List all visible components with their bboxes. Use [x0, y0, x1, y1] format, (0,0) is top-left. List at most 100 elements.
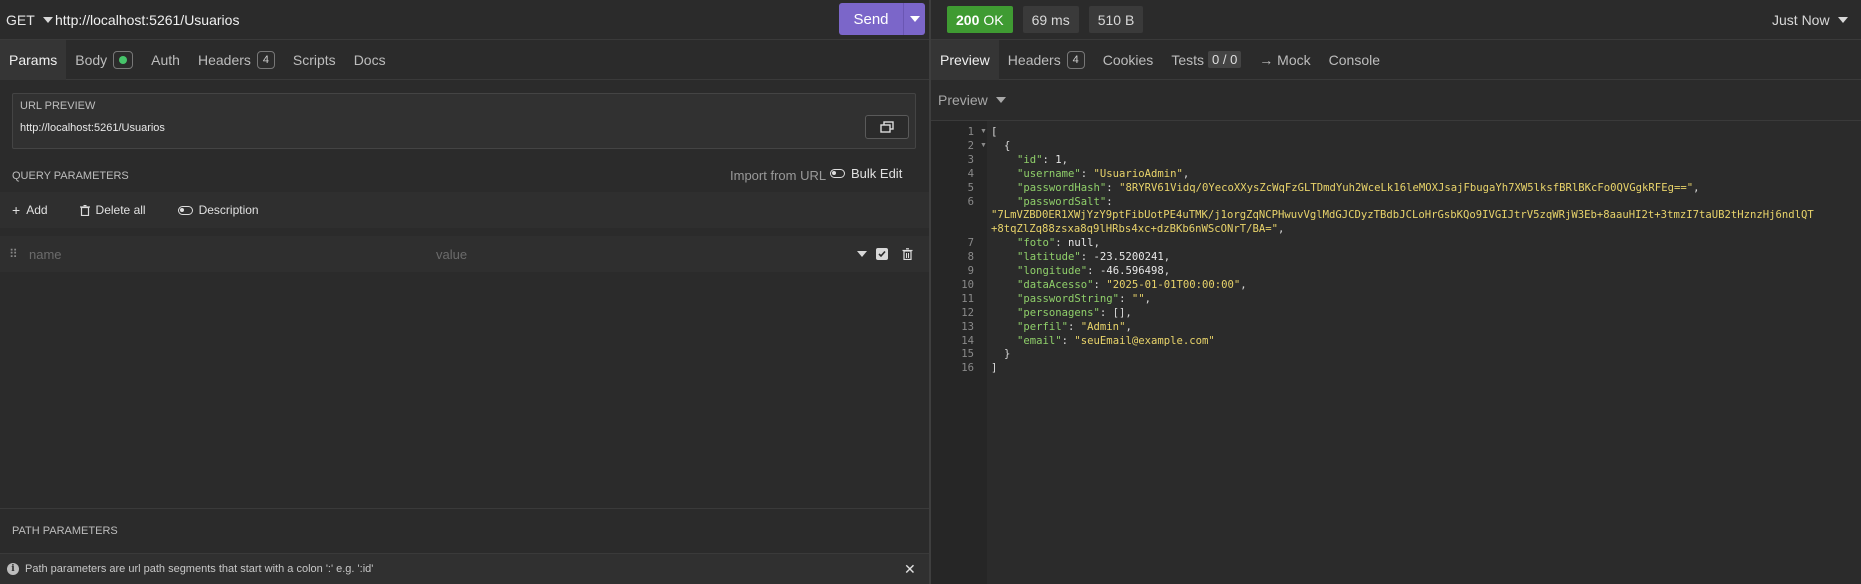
json-key: "perfil" — [1017, 320, 1069, 333]
tab-label: Params — [9, 51, 58, 68]
param-name-input[interactable]: name — [29, 247, 62, 262]
line-number: 3 — [967, 153, 974, 166]
query-params-title: QUERY PARAMETERS — [12, 170, 129, 182]
close-icon[interactable]: ✕ — [904, 561, 916, 578]
drag-handle-icon[interactable]: ⠿ — [9, 247, 18, 261]
send-button[interactable]: Send — [839, 3, 925, 35]
url-preview-box: URL PREVIEW http://localhost:5261/Usuari… — [12, 93, 916, 149]
json-value: -23.5200241 — [1093, 251, 1164, 264]
tab-scripts[interactable]: Scripts — [284, 40, 345, 80]
status-text: OK — [983, 11, 1004, 28]
tab-docs[interactable]: Docs — [345, 40, 395, 80]
json-punctuation: : — [1080, 167, 1094, 180]
headers-count-badge: 4 — [256, 50, 275, 69]
response-size-badge: 510 B — [1088, 6, 1144, 33]
json-punctuation: , — [1693, 181, 1700, 194]
json-value: -46.596498 — [1099, 265, 1164, 277]
tab-params[interactable]: Params — [0, 39, 67, 80]
line-number: 8 — [967, 251, 974, 264]
json-string: "2025-01-01T00:00:00" — [1106, 278, 1241, 291]
send-dropdown-chevron-icon[interactable] — [910, 16, 920, 22]
json-punctuation: , — [1125, 320, 1132, 333]
status-dot-icon — [119, 55, 128, 64]
response-pane: 200 OK 69 ms 510 B Just Now Preview Head… — [931, 0, 1861, 584]
json-key: "id" — [1017, 153, 1043, 166]
param-value-input[interactable]: value — [436, 247, 467, 262]
add-label: Add — [26, 203, 48, 217]
line-number: 6 — [967, 195, 974, 208]
tab-auth[interactable]: Auth — [142, 40, 189, 80]
json-key: "passwordSalt" — [1017, 195, 1107, 208]
tab-response-headers[interactable]: Headers 4 — [999, 40, 1094, 80]
json-key: "passwordString" — [1017, 292, 1120, 305]
param-options-chevron-icon[interactable] — [857, 251, 867, 257]
json-key: "username" — [1017, 167, 1081, 180]
tab-label: Auth — [151, 51, 180, 68]
method-label: GET — [6, 11, 35, 28]
line-number: 15 — [961, 348, 974, 361]
bulk-edit-toggle[interactable]: Bulk Edit — [830, 166, 902, 181]
code-line: "longitude": -46.596498, — [1017, 265, 1170, 277]
add-param-button[interactable]: + Add — [12, 202, 48, 218]
tab-label: Body — [75, 51, 108, 68]
preview-mode-dropdown[interactable]: Preview — [938, 92, 1006, 108]
code-line: "perfil": "Admin", — [1017, 321, 1132, 333]
json-key: "latitude" — [1017, 251, 1081, 264]
json-punctuation: : [], — [1099, 306, 1132, 319]
line-number: 9 — [967, 265, 974, 277]
history-dropdown[interactable]: Just Now — [1772, 12, 1848, 28]
delete-all-label: Delete all — [95, 203, 146, 217]
description-toggle[interactable]: Description — [177, 203, 259, 217]
json-punctuation: , — [1061, 153, 1069, 166]
fold-arrow-icon[interactable]: ▼ — [980, 142, 987, 149]
line-number: 1 — [967, 126, 974, 138]
tab-label: Preview — [940, 51, 990, 68]
tab-tests[interactable]: Tests 0 / 0 — [1162, 40, 1250, 80]
url-input[interactable]: http://localhost:5261/Usuarios — [55, 12, 929, 28]
path-params-hint: i Path parameters are url path segments … — [0, 553, 929, 584]
json-key: "email" — [1017, 334, 1062, 347]
param-enabled-checkbox[interactable] — [876, 248, 888, 260]
code-line: } — [1004, 348, 1010, 360]
line-number: 10 — [961, 278, 974, 291]
method-select[interactable]: GET — [0, 12, 55, 28]
copy-url-button[interactable] — [865, 115, 909, 139]
code-line: [ — [991, 126, 997, 138]
query-param-row: ⠿ name value — [0, 236, 929, 272]
fold-arrow-icon[interactable]: ▼ — [980, 128, 987, 135]
line-number: 16 — [961, 362, 974, 375]
delete-param-trash-icon[interactable] — [902, 248, 913, 260]
tab-cookies[interactable]: Cookies — [1094, 40, 1163, 80]
response-status-bar: 200 OK 69 ms 510 B Just Now — [931, 0, 1861, 40]
chevron-down-icon — [42, 16, 53, 23]
timestamp-label: Just Now — [1772, 12, 1830, 28]
json-punctuation: [ — [991, 126, 998, 138]
line-number: 2 — [967, 139, 974, 152]
json-string: "seuEmail@example.com" — [1074, 334, 1215, 347]
path-params-hint-text: Path parameters are url path segments th… — [25, 563, 374, 575]
response-time-badge: 69 ms — [1022, 6, 1079, 33]
json-punctuation: , — [1182, 167, 1190, 180]
json-key: "passwordHash" — [1017, 181, 1107, 194]
code-line: "passwordSalt": — [1017, 196, 1113, 208]
line-number: 4 — [967, 167, 974, 180]
json-string: "" — [1131, 292, 1145, 305]
tab-console[interactable]: Console — [1320, 40, 1389, 80]
tab-headers[interactable]: Headers 4 — [189, 40, 284, 80]
api-client-window: GET http://localhost:5261/Usuarios Send … — [0, 0, 1861, 584]
json-punctuation: , — [1278, 223, 1285, 236]
tab-label: Scripts — [292, 51, 336, 68]
code-line: ] — [991, 362, 997, 374]
import-from-url-link[interactable]: Import from URL — [730, 168, 826, 183]
tab-mock[interactable]: → Mock — [1250, 40, 1319, 80]
json-value: null — [1068, 237, 1094, 250]
response-body-viewer[interactable]: 1 ▼ [2 ▼ {3 "id": 1, 4 "username": "UsuarioAdmi… — [931, 120, 1861, 584]
json-punctuation: } — [1004, 348, 1011, 361]
tab-preview[interactable]: Preview — [931, 39, 999, 80]
json-key: "foto" — [1017, 237, 1056, 250]
delete-all-button[interactable]: Delete all — [79, 203, 146, 217]
json-punctuation: : — [1106, 181, 1120, 194]
plus-icon: + — [12, 202, 21, 218]
status-code: 200 — [956, 11, 980, 28]
tab-body[interactable]: Body — [66, 40, 142, 80]
